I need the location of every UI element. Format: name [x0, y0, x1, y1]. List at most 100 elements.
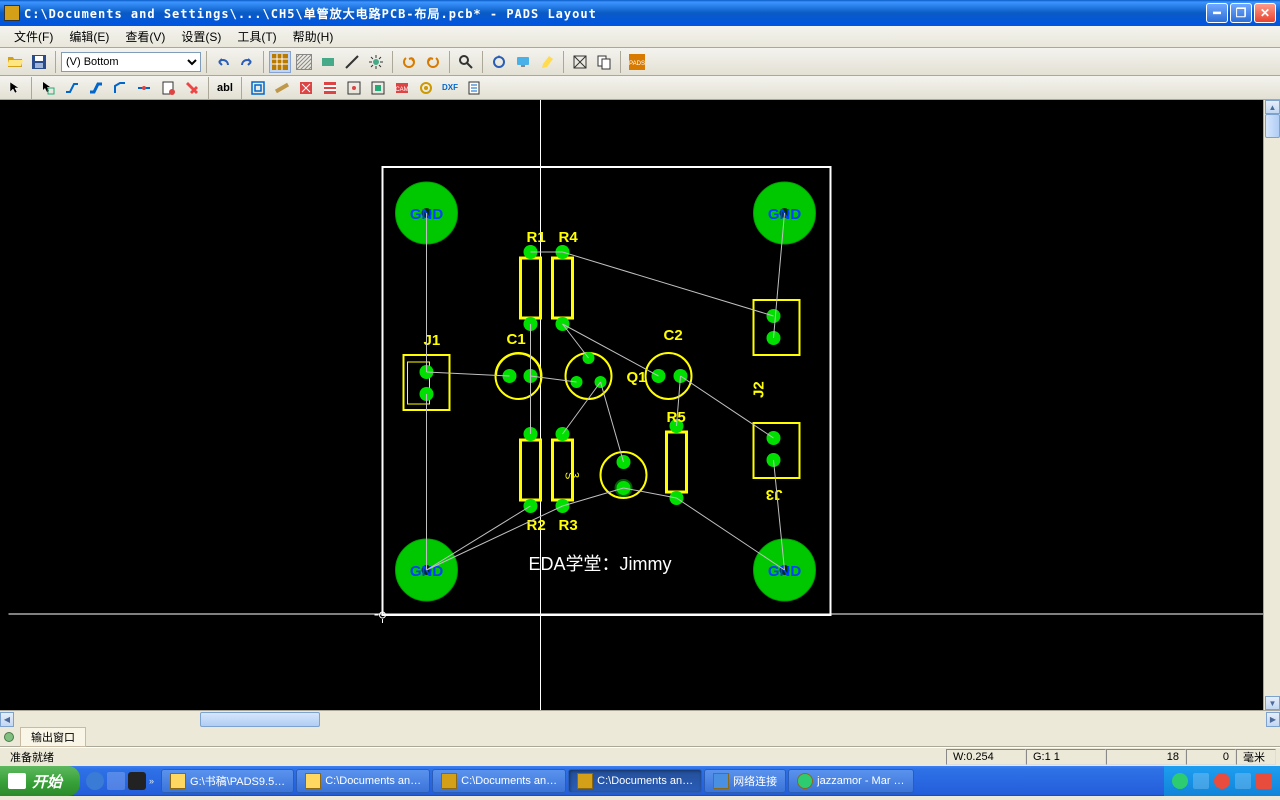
copy-view-button[interactable]	[593, 51, 615, 73]
flood-button[interactable]	[319, 78, 341, 98]
hatch2-button[interactable]	[343, 78, 365, 98]
pcb-view[interactable]: GND GND GND GND J1	[0, 100, 1280, 710]
svg-text:3: 3	[569, 472, 581, 478]
component-c2: C2	[646, 327, 692, 399]
design-canvas[interactable]: GND GND GND GND J1	[0, 100, 1280, 710]
menu-edit[interactable]: 编辑(E)	[61, 26, 117, 47]
measure-button[interactable]	[271, 78, 293, 98]
tray-icon-1[interactable]	[1172, 773, 1188, 789]
svg-text:R5: R5	[667, 409, 686, 426]
menu-setup[interactable]: 设置(S)	[173, 26, 229, 47]
newpart-button[interactable]	[157, 78, 179, 98]
component-j2: J2	[751, 300, 800, 398]
svg-text:R3: R3	[559, 517, 578, 534]
svg-text:C2: C2	[664, 327, 683, 344]
trace-button[interactable]	[85, 78, 107, 98]
output-panel-tabs: 输出窗口	[0, 727, 1280, 747]
app-icon	[4, 5, 20, 21]
cam-button[interactable]: CAM	[391, 78, 413, 98]
grid-button[interactable]	[269, 51, 291, 73]
desktop-icon[interactable]	[107, 772, 125, 790]
svg-text:R1: R1	[527, 229, 546, 246]
task-item-2[interactable]: C:\Documents an…	[296, 769, 430, 793]
menu-help[interactable]: 帮助(H)	[285, 26, 342, 47]
menu-tools[interactable]: 工具(T)	[229, 26, 284, 47]
status-ready: 准备就绪	[4, 749, 946, 765]
close-button[interactable]: ✕	[1254, 3, 1276, 23]
layer-select[interactable]: (V) Bottom	[61, 52, 201, 72]
start-button[interactable]: 开始	[0, 766, 80, 796]
back-button[interactable]	[398, 51, 420, 73]
zoom-button[interactable]	[455, 51, 477, 73]
vertical-scrollbar[interactable]: ▲ ▼	[1263, 100, 1280, 710]
text-button[interactable]: abl	[214, 78, 236, 98]
tray-icon-5[interactable]	[1256, 773, 1272, 789]
delete-button[interactable]	[181, 78, 203, 98]
tray-icon-2[interactable]	[1193, 773, 1209, 789]
move-button[interactable]	[37, 78, 59, 98]
highlight-button[interactable]	[536, 51, 558, 73]
forward-button[interactable]	[422, 51, 444, 73]
pour-button[interactable]	[247, 78, 269, 98]
output-tab[interactable]: 输出窗口	[20, 727, 86, 747]
component-r1: R1	[521, 229, 546, 331]
task-item-1[interactable]: G:\书稿\PADS9.5…	[161, 769, 294, 793]
status-y: 0	[1186, 749, 1236, 765]
window-controls: ━ ❐ ✕	[1206, 3, 1276, 23]
horizontal-scrollbar[interactable]: ◀ ▶	[0, 710, 1280, 727]
open-button[interactable]	[4, 51, 26, 73]
svg-text:J2: J2	[751, 381, 768, 398]
menu-file[interactable]: 文件(F)	[6, 26, 61, 47]
clearance-button[interactable]	[317, 51, 339, 73]
width-button[interactable]	[341, 51, 363, 73]
pads-button[interactable]: PADS	[626, 51, 648, 73]
hscroll-thumb[interactable]	[200, 712, 320, 727]
status-unit: 毫米	[1236, 749, 1276, 765]
tray-icon-3[interactable]	[1214, 773, 1230, 789]
component-r2: R2	[521, 427, 546, 534]
split-button[interactable]	[133, 78, 155, 98]
drill-button[interactable]	[415, 78, 437, 98]
report-button[interactable]	[463, 78, 485, 98]
qq-icon[interactable]	[128, 772, 146, 790]
via-button[interactable]	[365, 51, 387, 73]
task-item-3[interactable]: C:\Documents an…	[432, 769, 566, 793]
scroll-left-button[interactable]: ◀	[0, 712, 14, 727]
component-r4: R4	[553, 229, 579, 331]
scroll-down-button[interactable]: ▼	[1265, 696, 1280, 710]
hatch-button[interactable]	[293, 51, 315, 73]
plane-button[interactable]	[367, 78, 389, 98]
system-tray	[1164, 766, 1280, 796]
scroll-right-button[interactable]: ▶	[1266, 712, 1280, 727]
task-item-5[interactable]: 网络连接	[704, 769, 786, 793]
ie-icon[interactable]	[86, 772, 104, 790]
dxf-button[interactable]: DXF	[439, 78, 461, 98]
scroll-up-button[interactable]: ▲	[1265, 100, 1280, 114]
find-button[interactable]	[569, 51, 591, 73]
minimize-button[interactable]: ━	[1206, 3, 1228, 23]
statusbar: 准备就绪 W:0.254 G:1 1 18 0 毫米	[0, 747, 1280, 766]
task-item-4[interactable]: C:\Documents an…	[568, 769, 702, 793]
menu-view[interactable]: 查看(V)	[117, 26, 173, 47]
save-button[interactable]	[28, 51, 50, 73]
undo-button[interactable]	[212, 51, 234, 73]
task-item-6[interactable]: jazzamor - Mar …	[788, 769, 913, 793]
status-width: W:0.254	[946, 749, 1026, 765]
cycle-button[interactable]	[488, 51, 510, 73]
select-button[interactable]	[4, 78, 26, 98]
status-grid: G:1 1	[1026, 749, 1106, 765]
tray-icon-4[interactable]	[1235, 773, 1251, 789]
cut-button[interactable]	[295, 78, 317, 98]
signature-text: EDA学堂：Jimmy	[529, 554, 672, 574]
window-title: C:\Documents and Settings\...\CH5\单管放大电路…	[24, 5, 1206, 22]
svg-text:CAM: CAM	[395, 87, 408, 93]
route-button[interactable]	[61, 78, 83, 98]
display-button[interactable]	[512, 51, 534, 73]
redo-button[interactable]	[236, 51, 258, 73]
status-x: 18	[1106, 749, 1186, 765]
vscroll-thumb[interactable]	[1265, 114, 1280, 138]
corner-button[interactable]	[109, 78, 131, 98]
svg-text:GND: GND	[768, 563, 802, 580]
status-dot-icon	[4, 732, 14, 742]
maximize-button[interactable]: ❐	[1230, 3, 1252, 23]
